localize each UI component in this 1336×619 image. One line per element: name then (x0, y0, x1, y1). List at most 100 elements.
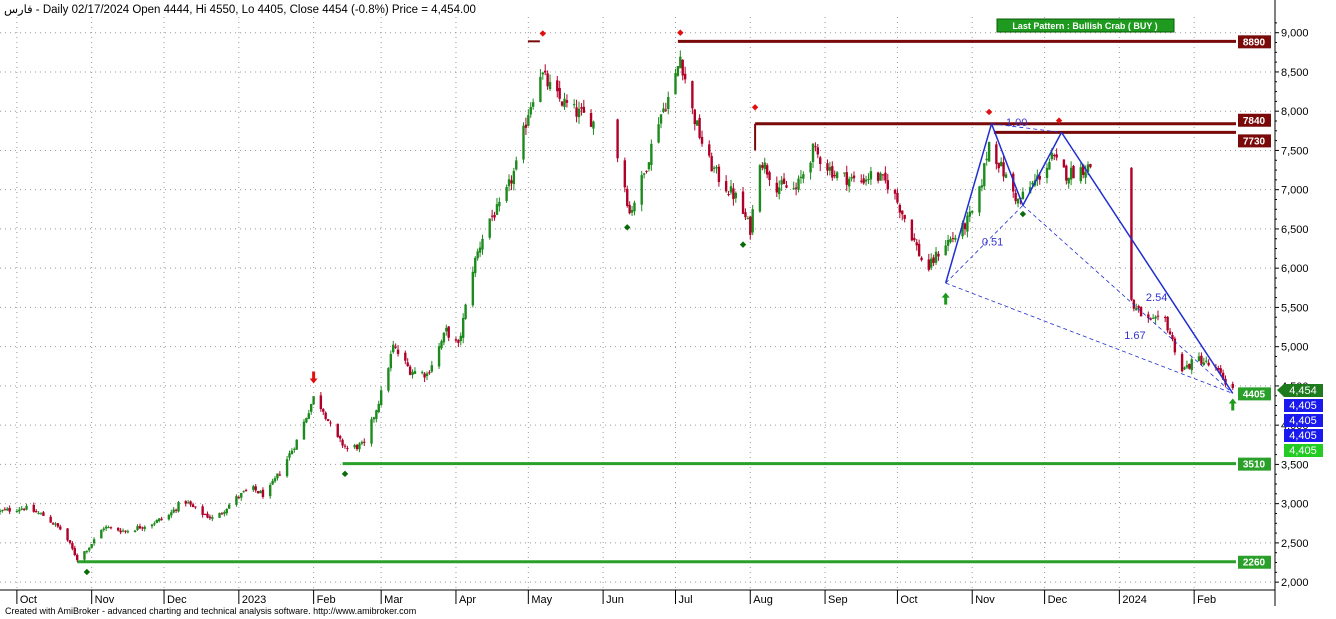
candle-body (85, 551, 89, 553)
candle-body (338, 436, 342, 439)
candle-body (124, 530, 127, 532)
candle-body (997, 162, 1000, 169)
candle-body (626, 188, 629, 206)
candle-body (90, 544, 93, 548)
candle-body (170, 512, 173, 516)
candle-body (240, 492, 243, 498)
candle-body (954, 237, 957, 240)
candle-body (881, 174, 885, 176)
candle-body (1231, 383, 1234, 388)
candle-body (117, 527, 120, 531)
candle-body (66, 528, 69, 541)
candle-body (835, 172, 839, 179)
candle-body (51, 523, 55, 525)
candle-body (454, 339, 458, 341)
candle-body (39, 513, 43, 515)
candle-body (34, 511, 38, 513)
candle-body (819, 157, 822, 164)
candle-body (927, 259, 930, 270)
x-tick-label: Jul (678, 594, 692, 606)
candle-body (1166, 316, 1169, 331)
candle-body (802, 174, 805, 179)
level-lines (77, 39, 1236, 564)
candle-body (372, 417, 376, 420)
candle-body (1055, 154, 1058, 158)
candle-body (252, 486, 255, 490)
red-diamond-marker (539, 30, 547, 37)
candle-body (293, 448, 296, 450)
candle-body (510, 180, 513, 184)
x-tick-label: Oct (900, 594, 917, 606)
candle-body (8, 507, 11, 512)
candle-body (833, 175, 836, 177)
candle-body (937, 253, 940, 257)
candle-body (324, 412, 327, 419)
candle-body (370, 419, 373, 444)
candle-body (582, 106, 586, 113)
x-tick-label: Dec (167, 594, 187, 606)
candle-body (307, 413, 310, 419)
candle-body (83, 551, 86, 560)
candle-body (980, 185, 984, 188)
candle-body (396, 349, 400, 354)
candle-body (464, 304, 467, 319)
candle-body (650, 143, 653, 165)
candle-body (930, 258, 933, 268)
candle-body (691, 81, 694, 109)
y-tick-label: 8,500 (1281, 67, 1309, 79)
candle-body (104, 526, 108, 529)
candle-body (910, 219, 914, 241)
candle-body (160, 518, 163, 520)
candle-body (893, 189, 897, 194)
candle-body (995, 144, 998, 164)
candle-body (404, 352, 407, 361)
pattern-badge-label: Last Pattern : Bullish Crab ( BUY ) (1012, 21, 1157, 31)
candle-body (674, 73, 677, 95)
candle-body (360, 441, 364, 444)
candle-body (799, 176, 803, 179)
candle-body (172, 509, 175, 513)
candle-body (546, 73, 549, 87)
x-tick-label: Aug (753, 594, 773, 606)
level-badge-label: 7840 (1243, 116, 1266, 127)
candle-body (92, 539, 96, 544)
candle-body (268, 484, 272, 497)
y-tick-label: 6,500 (1281, 224, 1309, 236)
candle-body (109, 527, 113, 529)
candle-body (498, 201, 501, 207)
candle-body (539, 76, 542, 102)
candle-body (305, 418, 308, 423)
candle-body (693, 109, 696, 125)
candle-body (336, 423, 339, 437)
candle-body (203, 514, 207, 516)
price-chart[interactable]: 0.511.002.541.67 2,0002,5003,0003,5004,0… (0, 0, 1336, 619)
candle-body (558, 87, 561, 99)
candle-body (141, 527, 144, 529)
candle-body (850, 177, 853, 179)
y-tick-label: 5,000 (1281, 342, 1309, 354)
candle-body (143, 526, 146, 529)
red-diamond-marker (751, 104, 759, 111)
candle-body (592, 121, 595, 129)
candle-body (758, 165, 762, 212)
x-tick-label: Mar (384, 594, 403, 606)
candle-body (1069, 167, 1073, 180)
level-badge-label: 2260 (1243, 558, 1266, 569)
candle-body (792, 188, 795, 190)
y-tick-label: 2,000 (1281, 577, 1309, 589)
candle-body (1207, 362, 1210, 366)
candle-body (377, 403, 380, 413)
candle-body (828, 167, 832, 171)
candle-body (186, 502, 190, 504)
candle-body (223, 512, 226, 514)
candle-body (1183, 367, 1186, 370)
candle-body (276, 473, 279, 479)
candle-body (698, 117, 701, 138)
candle-body (329, 422, 332, 424)
candle-body (1135, 308, 1138, 311)
candle-body (54, 523, 57, 525)
candle-body (174, 509, 178, 511)
candle-body (278, 474, 282, 476)
level-badge-label: 8890 (1243, 37, 1266, 48)
candle-body (379, 390, 383, 405)
